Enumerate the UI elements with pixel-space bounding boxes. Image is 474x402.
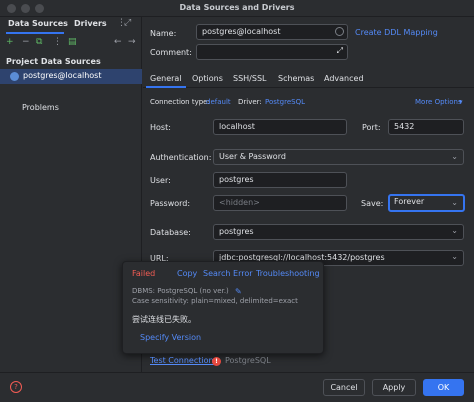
host-input[interactable]: localhost xyxy=(213,119,347,135)
error-message: 尝试连线已失败。 xyxy=(132,315,196,324)
chevron-down-icon: ⌄ xyxy=(451,152,458,161)
add-icon[interactable]: + xyxy=(6,37,14,47)
host-label: Host: xyxy=(150,123,171,132)
help-icon[interactable]: ? xyxy=(10,381,22,393)
problems-item[interactable]: Problems xyxy=(22,103,59,112)
dbms-info: DBMS: PostgreSQL (no ver.) xyxy=(132,287,229,295)
chevron-down-icon[interactable]: ⌄ xyxy=(451,226,458,235)
active-tab-indicator xyxy=(146,86,186,88)
more-options-icon[interactable]: ⋮ xyxy=(53,37,62,47)
database-input[interactable]: postgres ⌄ xyxy=(213,224,464,240)
authentication-label: Authentication: xyxy=(150,153,212,162)
window-title: Data Sources and Drivers xyxy=(179,3,295,12)
more-options-link[interactable]: More Options xyxy=(415,98,462,106)
name-value: postgres@localhost xyxy=(202,27,281,36)
left-panel: Data Sources Drivers ⋮ ⤢ + − ⧉ ⋮ ▤ ← → P… xyxy=(0,17,142,372)
authentication-value: User & Password xyxy=(219,152,286,161)
section-title: Project Data Sources xyxy=(6,57,101,66)
database-label: Database: xyxy=(150,228,191,237)
error-icon: ! xyxy=(212,357,221,366)
dialog-footer: ? Cancel Apply OK xyxy=(0,372,474,402)
apply-button[interactable]: Apply xyxy=(372,379,416,396)
tab-drivers[interactable]: Drivers xyxy=(74,19,107,28)
database-value: postgres xyxy=(219,227,254,236)
comment-label: Comment: xyxy=(150,48,192,57)
save-value: Forever xyxy=(394,197,425,206)
color-picker-icon[interactable] xyxy=(335,27,344,36)
port-label: Port: xyxy=(362,123,381,132)
tab-options[interactable]: Options xyxy=(192,74,223,83)
active-tab-indicator xyxy=(6,32,64,34)
user-input[interactable]: postgres xyxy=(213,172,347,188)
tab-general[interactable]: General xyxy=(150,74,182,83)
authentication-dropdown[interactable]: User & Password ⌄ xyxy=(213,149,464,165)
password-label: Password: xyxy=(150,199,191,208)
remove-icon[interactable]: − xyxy=(22,37,30,47)
chevron-down-icon[interactable]: ▾ xyxy=(459,98,463,106)
expand-icon[interactable]: ⤢ xyxy=(337,46,343,56)
connection-type-value[interactable]: default xyxy=(206,98,231,106)
driver-label: Driver: xyxy=(238,98,262,106)
chevron-down-icon: ⌄ xyxy=(451,198,458,207)
name-label: Name: xyxy=(150,29,177,38)
forward-icon[interactable]: → xyxy=(128,37,136,47)
driver-value[interactable]: PostgreSQL xyxy=(265,98,305,106)
save-dropdown[interactable]: Forever ⌄ xyxy=(388,194,465,212)
user-label: User: xyxy=(150,176,171,185)
name-input[interactable]: postgres@localhost xyxy=(196,24,348,40)
expand-icon[interactable]: ⤢ xyxy=(124,18,131,28)
status-failed: Failed xyxy=(132,269,156,278)
driver-status: PostgreSQL xyxy=(225,356,271,365)
left-tabs: Data Sources Drivers ⋮ ⤢ xyxy=(0,17,142,34)
ok-button[interactable]: OK xyxy=(423,379,464,396)
create-ddl-mapping-link[interactable]: Create DDL Mapping xyxy=(355,28,438,37)
comment-input[interactable]: ⤢ xyxy=(196,44,348,60)
port-value: 5432 xyxy=(394,122,415,131)
tab-schemas[interactable]: Schemas xyxy=(278,74,314,83)
datasource-label: postgres@localhost xyxy=(23,71,102,80)
cancel-button[interactable]: Cancel xyxy=(323,379,365,396)
user-value: postgres xyxy=(219,175,254,184)
port-input[interactable]: 5432 xyxy=(388,119,464,135)
copy-link[interactable]: Copy xyxy=(177,269,197,278)
chevron-down-icon[interactable]: ⌄ xyxy=(451,252,458,261)
postgres-icon xyxy=(10,72,19,81)
troubleshooting-link[interactable]: Troubleshooting xyxy=(256,269,320,278)
title-bar: Data Sources and Drivers xyxy=(0,0,474,17)
search-error-link[interactable]: Search Error xyxy=(203,269,253,278)
connection-type-label: Connection type: xyxy=(150,98,210,106)
password-input[interactable]: <hidden> xyxy=(213,195,347,211)
case-sensitivity-info: Case sensitivity: plain=mixed, delimited… xyxy=(132,297,298,305)
duplicate-icon[interactable]: ⧉ xyxy=(36,37,42,47)
specify-version-link[interactable]: Specify Version xyxy=(140,333,201,342)
left-toolbar: + − ⧉ ⋮ ▤ ← → xyxy=(0,35,142,51)
password-placeholder: <hidden> xyxy=(219,198,260,207)
back-icon[interactable]: ← xyxy=(114,37,122,47)
tab-advanced[interactable]: Advanced xyxy=(324,74,364,83)
host-value: localhost xyxy=(219,122,255,131)
test-connection-link[interactable]: Test Connection xyxy=(150,356,214,365)
sql-script-icon[interactable]: ▤ xyxy=(68,37,77,47)
edit-icon[interactable]: ✎ xyxy=(235,287,242,296)
settings-tabs: General Options SSH/SSL Schemas Advanced xyxy=(143,70,474,88)
save-label: Save: xyxy=(361,199,384,208)
datasource-item[interactable]: postgres@localhost xyxy=(0,69,142,84)
tab-ssh-ssl[interactable]: SSH/SSL xyxy=(233,74,266,83)
tab-data-sources[interactable]: Data Sources xyxy=(8,19,68,28)
connection-error-popup: Failed Copy Search Error Troubleshooting… xyxy=(122,261,324,354)
